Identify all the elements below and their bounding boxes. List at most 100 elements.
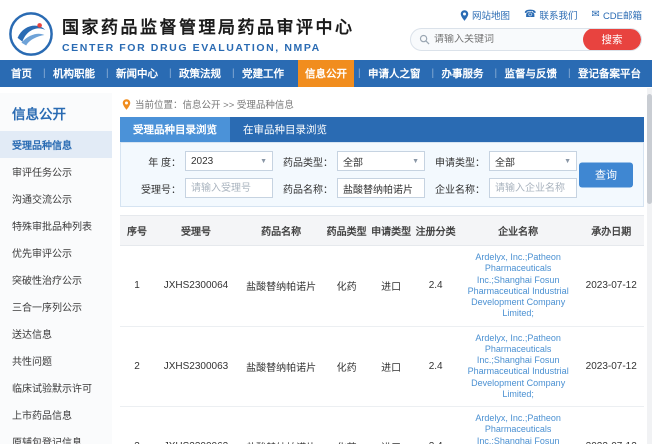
cell-index: 2: [120, 326, 154, 407]
sidebar-item[interactable]: 沟通交流公示: [0, 185, 112, 212]
cell-index: 3: [120, 407, 154, 444]
sidebar-item[interactable]: 送达信息: [0, 320, 112, 347]
apply-type-value: 全部: [495, 154, 515, 169]
quick-link-contact[interactable]: ☎ 联系我们: [524, 8, 577, 22]
nav-item[interactable]: 新闻中心: [109, 60, 165, 87]
brand: 国家药品监督管理局药品审评中心 CENTER FOR DRUG EVALUATI…: [8, 7, 355, 60]
cell-reg-class: 2.4: [413, 326, 458, 407]
nav-item[interactable]: 申请人之窗: [361, 60, 428, 87]
cell-drug-type: 化药: [324, 246, 369, 327]
apply-type-select[interactable]: 全部 ▼: [489, 151, 577, 171]
sidebar-item[interactable]: 突破性治疗公示: [0, 266, 112, 293]
drug-name-input[interactable]: [337, 178, 425, 198]
cell-reg-class: 2.4: [413, 407, 458, 444]
nav-item[interactable]: 登记备案平台: [571, 60, 648, 87]
query-button[interactable]: 查询: [579, 162, 633, 187]
tab[interactable]: 在审品种目录浏览: [230, 117, 340, 142]
sidebar-item-label: 送达信息: [12, 330, 52, 341]
nav-item-label: 监督与反馈: [505, 66, 558, 81]
nav-item[interactable]: 监督与反馈: [498, 60, 565, 87]
mail-icon: ✉: [592, 10, 600, 20]
table-header: 序号: [120, 216, 154, 246]
drug-type-select[interactable]: 全部 ▼: [337, 151, 425, 171]
sidebar-item[interactable]: 上市药品信息: [0, 401, 112, 428]
sidebar-item[interactable]: 三合一序列公示: [0, 293, 112, 320]
sidebar-item-label: 三合一序列公示: [12, 303, 82, 314]
table-body: 1 JXHS2300064 盐酸替纳帕诺片 化药 进口 2.4 Ardelyx,…: [120, 246, 644, 444]
filter-row-1: 年 度： 2023 ▼ 药品类型： 全部 ▼ 申: [129, 151, 573, 171]
sidebar-item[interactable]: 优先审评公示: [0, 239, 112, 266]
sidebar-item[interactable]: 原辅包登记信息: [0, 428, 112, 444]
tab-bar: 受理品种目录浏览 在审品种目录浏览: [120, 117, 644, 142]
cell-index: 1: [120, 246, 154, 327]
sidebar-item-label: 审评任务公示: [12, 168, 72, 179]
header-right: 网站地图 ☎ 联系我们 ✉ CDE邮箱 搜索: [410, 7, 642, 60]
sidebar-item[interactable]: 临床试验默示许可: [0, 374, 112, 401]
nav-item-label: 机构职能: [53, 66, 95, 81]
nav-item[interactable]: 首页: [4, 60, 39, 87]
acceptance-no-field: 受理号：: [129, 178, 273, 198]
year-field: 年 度： 2023 ▼: [129, 151, 273, 171]
cell-drug-name: 盐酸替纳帕诺片: [238, 407, 324, 444]
cell-drug-name: 盐酸替纳帕诺片: [238, 326, 324, 407]
tab[interactable]: 受理品种目录浏览: [120, 117, 230, 142]
sidebar-item-label: 优先审评公示: [12, 249, 72, 260]
nav-item-label: 首页: [11, 66, 32, 81]
cell-drug-name: 盐酸替纳帕诺片: [238, 246, 324, 327]
site-search-button[interactable]: 搜索: [583, 28, 641, 51]
year-select[interactable]: 2023 ▼: [185, 151, 273, 171]
scrollbar-thumb[interactable]: [647, 94, 652, 204]
nav-item[interactable]: 政策法规: [172, 60, 228, 87]
nav-item[interactable]: 办事服务: [435, 60, 491, 87]
acceptance-no-input[interactable]: [185, 178, 273, 198]
main-panel: 当前位置：信息公开 >> 受理品种信息 受理品种目录浏览 在审品种目录浏览 年 …: [116, 93, 646, 444]
nav-item-label: 政策法规: [179, 66, 221, 81]
sidebar-item-label: 突破性治疗公示: [12, 276, 82, 287]
table-header: 药品名称: [238, 216, 324, 246]
apply-type-label: 申请类型：: [433, 154, 485, 169]
quick-link-label: 网站地图: [472, 8, 510, 22]
sidebar-item[interactable]: 共性问题: [0, 347, 112, 374]
nav-item-label: 党建工作: [242, 66, 284, 81]
cell-company-link[interactable]: Ardelyx, Inc.;Patheon Pharmaceuticals In…: [458, 407, 579, 444]
table-header: 申请类型: [369, 216, 414, 246]
sidebar-list: 受理品种信息 审评任务公示 沟通交流公示 特殊审批品种列表 优先审评公示 突破性…: [0, 131, 112, 444]
cell-date: 2023-07-12: [578, 407, 644, 444]
sidebar: 信息公开 受理品种信息 审评任务公示 沟通交流公示 特殊审批品种列表 优先审评公…: [0, 93, 112, 444]
sidebar-item[interactable]: 特殊审批品种列表: [0, 212, 112, 239]
table-header: 承办日期: [578, 216, 644, 246]
cell-company-link[interactable]: Ardelyx, Inc.;Patheon Pharmaceuticals In…: [458, 246, 579, 327]
cell-acceptance-no: JXHS2300062: [154, 407, 238, 444]
nav-item[interactable]: 党建工作: [235, 60, 291, 87]
quick-link-sitemap[interactable]: 网站地图: [460, 8, 510, 22]
sidebar-item[interactable]: 审评任务公示: [0, 158, 112, 185]
tab-label: 在审品种目录浏览: [243, 122, 327, 137]
apply-type-field: 申请类型： 全部 ▼: [433, 151, 577, 171]
sidebar-item-label: 受理品种信息: [12, 141, 72, 152]
nav-item[interactable]: 信息公开: [298, 60, 354, 87]
table-row: 1 JXHS2300064 盐酸替纳帕诺片 化药 进口 2.4 Ardelyx,…: [120, 246, 644, 327]
nav-item-label: 申请人之窗: [368, 66, 421, 81]
nav-item-label: 新闻中心: [116, 66, 158, 81]
company-name-input[interactable]: [489, 178, 577, 198]
cell-apply-type: 进口: [369, 246, 414, 327]
table-header: 药品类型: [324, 216, 369, 246]
site-search-input[interactable]: [434, 34, 583, 45]
scrollbar[interactable]: [647, 88, 652, 444]
breadcrumb: 当前位置：信息公开 >> 受理品种信息: [120, 95, 644, 117]
cell-apply-type: 进口: [369, 407, 414, 444]
quick-link-label: CDE邮箱: [603, 8, 642, 22]
main-nav: 首页 机构职能 新闻中心 政策法规 党建工作 信息公开 申请人之窗 办事服务 监…: [0, 60, 652, 87]
cell-drug-type: 化药: [324, 407, 369, 444]
quick-link-mail[interactable]: ✉ CDE邮箱: [592, 8, 642, 22]
drug-type-label: 药品类型：: [281, 154, 333, 169]
drug-type-value: 全部: [343, 154, 363, 169]
nav-item[interactable]: 机构职能: [46, 60, 102, 87]
cell-acceptance-no: JXHS2300064: [154, 246, 238, 327]
site-subtitle: CENTER FOR DRUG EVALUATION, NMPA: [62, 42, 355, 54]
sidebar-item[interactable]: 受理品种信息: [0, 131, 112, 158]
content: 信息公开 受理品种信息 审评任务公示 沟通交流公示 特殊审批品种列表 优先审评公…: [0, 87, 652, 444]
cell-apply-type: 进口: [369, 326, 414, 407]
cell-date: 2023-07-12: [578, 246, 644, 327]
cell-company-link[interactable]: Ardelyx, Inc.;Patheon Pharmaceuticals In…: [458, 326, 579, 407]
